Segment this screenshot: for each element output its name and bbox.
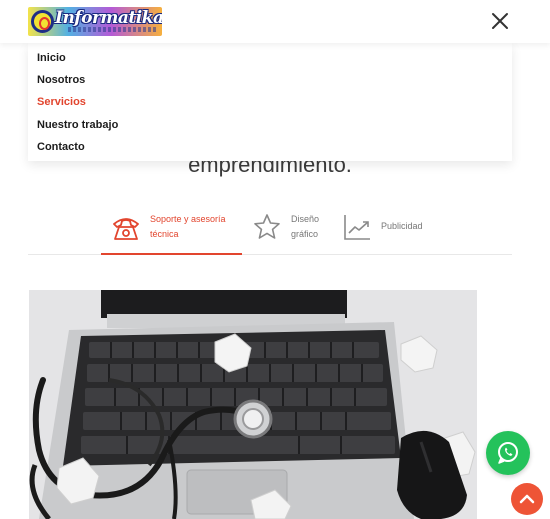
laptop-stethoscope-image bbox=[29, 290, 477, 519]
logo-text: Informatika bbox=[55, 8, 162, 28]
services-tabs: Soporte y asesoría técnica Diseño gráfic… bbox=[28, 200, 512, 255]
chart-growth-icon bbox=[344, 215, 370, 240]
telephone-icon bbox=[113, 218, 139, 240]
logo-tagline bbox=[68, 27, 156, 32]
chevron-up-icon bbox=[519, 494, 535, 504]
whatsapp-button[interactable] bbox=[486, 431, 530, 475]
tab-soporte-label-1: Soporte y asesoría bbox=[150, 214, 226, 224]
close-menu-button[interactable] bbox=[488, 9, 512, 33]
tab-publicidad-label: Publicidad bbox=[381, 221, 423, 231]
close-icon bbox=[492, 13, 508, 29]
tab-soporte[interactable]: Soporte y asesoría técnica bbox=[101, 200, 242, 255]
tab-diseno[interactable]: Diseño gráfico bbox=[250, 200, 330, 255]
tab-soporte-label-2: técnica bbox=[150, 229, 179, 239]
tab-publicidad[interactable]: Publicidad bbox=[341, 200, 441, 255]
nav-item-nosotros[interactable]: Nosotros bbox=[37, 74, 85, 86]
nav-item-nuestro-trabajo[interactable]: Nuestro trabajo bbox=[37, 119, 118, 131]
header: Informatika bbox=[0, 0, 550, 43]
nav-item-inicio[interactable]: Inicio bbox=[37, 52, 66, 64]
brand-logo[interactable]: Informatika bbox=[28, 7, 162, 36]
logo-mark-icon bbox=[31, 10, 54, 33]
nav-item-contacto[interactable]: Contacto bbox=[37, 141, 85, 153]
whatsapp-icon bbox=[498, 442, 518, 464]
back-to-top-button[interactable] bbox=[511, 483, 543, 515]
nav-item-servicios[interactable]: Servicios bbox=[37, 96, 86, 108]
tab-diseno-label-1: Diseño bbox=[291, 214, 320, 224]
star-icon bbox=[254, 214, 280, 239]
tab-diseno-label-2: gráfico bbox=[291, 229, 319, 239]
nav-menu: Inicio Nosotros Servicios Nuestro trabaj… bbox=[28, 43, 512, 161]
